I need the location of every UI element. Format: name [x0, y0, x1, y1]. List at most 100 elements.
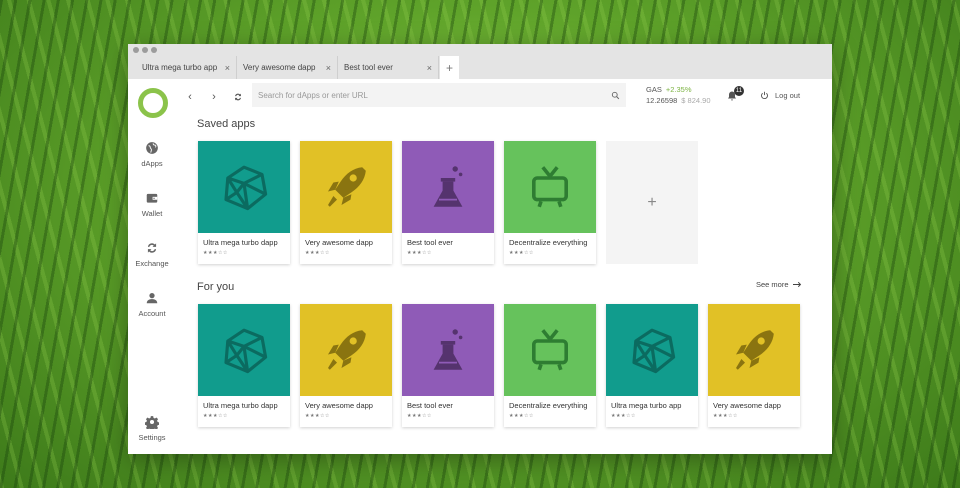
app-name: Very awesome dapp [305, 401, 373, 410]
gas-label: GAS [646, 85, 662, 94]
new-tab-button[interactable]: + [440, 56, 459, 79]
app-rating: ★★★☆☆ [509, 413, 534, 419]
rocket-icon [328, 167, 366, 207]
tv-icon [532, 166, 568, 208]
rocket-icon [328, 330, 366, 370]
app-name: Best tool ever [407, 238, 453, 247]
browser-window: Ultra mega turbo app × Very awesome dapp… [128, 44, 832, 454]
sidebar-item-label: Account [138, 309, 166, 318]
app-name: Very awesome dapp [713, 401, 781, 410]
see-more-label: See more [756, 280, 789, 289]
add-app-button[interactable]: + [606, 141, 698, 264]
app-rating: ★★★☆☆ [305, 413, 330, 419]
sidebar-item-label: Wallet [141, 209, 163, 218]
sidebar-item-label: Settings [138, 433, 166, 442]
account-icon [146, 293, 158, 304]
app-name: Ultra mega turbo dapp [203, 238, 278, 247]
tab-3[interactable]: Best tool ever × [338, 56, 439, 79]
forward-button[interactable]: › [207, 90, 221, 104]
app-art [708, 304, 800, 396]
app-art [300, 141, 392, 233]
sidebar-item-exchange[interactable]: Exchange [128, 241, 176, 268]
tab-strip: Ultra mega turbo app × Very awesome dapp… [136, 56, 459, 79]
logout-label: Log out [775, 91, 801, 100]
flask-icon [433, 166, 463, 207]
app-card[interactable]: Decentralize everything ★★★☆☆ [504, 304, 596, 427]
flask-icon [433, 329, 463, 370]
sidebar-item-dapps[interactable]: dApps [128, 141, 176, 168]
tab-label: Ultra mega turbo app [142, 63, 218, 72]
notification-count-badge: 11 [734, 86, 744, 96]
sidebar: dApps Wallet Exchange Account Settings [128, 79, 176, 454]
app-name: Decentralize everything [509, 401, 588, 410]
see-more-link[interactable]: See more [756, 280, 802, 289]
sidebar-item-settings[interactable]: Settings [128, 415, 176, 442]
notifications-button[interactable]: 11 [726, 86, 744, 103]
app-art [402, 141, 494, 233]
maximize-window-button[interactable] [151, 47, 157, 53]
reload-button[interactable] [231, 90, 245, 104]
rocket-icon [736, 330, 774, 370]
app-rating: ★★★☆☆ [509, 250, 534, 256]
app-name: Best tool ever [407, 401, 453, 410]
app-rating: ★★★☆☆ [611, 413, 636, 419]
app-card[interactable]: Ultra mega turbo dapp ★★★☆☆ [198, 141, 290, 264]
logout-button[interactable]: Log out [760, 91, 800, 100]
toolbar: ‹ › GAS+2.35% 12.26598$ 824.90 11 Log ou… [176, 79, 832, 124]
title-bar: Ultra mega turbo app × Very awesome dapp… [128, 44, 832, 79]
app-art [402, 304, 494, 396]
gas-amount: 12.26598 [646, 96, 678, 105]
app-card[interactable]: Decentralize everything ★★★☆☆ [504, 141, 596, 264]
app-rating: ★★★☆☆ [305, 250, 330, 256]
app-name: Ultra mega turbo app [611, 401, 682, 410]
gas-balance: GAS +2.35% 12.26598 $ 824.90 [646, 84, 711, 106]
app-card[interactable]: Best tool ever ★★★☆☆ [402, 141, 494, 264]
plus-icon: + [647, 193, 657, 211]
polyhedron-icon [224, 165, 268, 211]
search-input[interactable] [258, 90, 611, 100]
tab-1[interactable]: Ultra mega turbo app × [136, 56, 237, 79]
exchange-icon [147, 243, 157, 253]
search-bar [252, 83, 626, 107]
search-icon[interactable] [611, 91, 620, 100]
app-art [198, 141, 290, 233]
app-card[interactable]: Ultra mega turbo dapp ★★★☆☆ [198, 304, 290, 427]
close-window-button[interactable] [133, 47, 139, 53]
minimize-window-button[interactable] [142, 47, 148, 53]
sidebar-item-account[interactable]: Account [128, 291, 176, 318]
tab-label: Very awesome dapp [243, 63, 316, 72]
app-card[interactable]: Ultra mega turbo app ★★★☆☆ [606, 304, 698, 427]
gas-change: +2.35% [665, 85, 692, 94]
app-name: Ultra mega turbo dapp [203, 401, 278, 410]
power-icon [761, 91, 768, 99]
back-button[interactable]: ‹ [183, 90, 197, 104]
app-card[interactable]: Best tool ever ★★★☆☆ [402, 304, 494, 427]
app-rating: ★★★☆☆ [203, 413, 228, 419]
close-icon[interactable]: × [326, 63, 331, 73]
app-name: Very awesome dapp [305, 238, 373, 247]
app-art [504, 304, 596, 396]
tv-icon [532, 329, 568, 371]
for-you-title: For you [197, 281, 235, 293]
app-art [504, 141, 596, 233]
globe-icon [146, 142, 158, 154]
app-card[interactable]: Very awesome dapp ★★★☆☆ [300, 141, 392, 264]
tab-2[interactable]: Very awesome dapp × [237, 56, 338, 79]
app-card[interactable]: Very awesome dapp ★★★☆☆ [300, 304, 392, 427]
sidebar-item-label: dApps [141, 159, 163, 168]
sidebar-item-wallet[interactable]: Wallet [128, 191, 176, 218]
app-art [300, 304, 392, 396]
close-icon[interactable]: × [225, 63, 230, 73]
arrow-right-icon [792, 281, 801, 288]
app-rating: ★★★☆☆ [407, 250, 432, 256]
reload-icon [235, 93, 241, 101]
tab-label: Best tool ever [344, 63, 393, 72]
polyhedron-icon [632, 328, 676, 374]
app-logo[interactable] [138, 88, 168, 118]
app-rating: ★★★☆☆ [407, 413, 432, 419]
wallet-icon [146, 193, 158, 203]
close-icon[interactable]: × [427, 63, 432, 73]
window-controls [133, 47, 157, 53]
app-card[interactable]: Very awesome dapp ★★★☆☆ [708, 304, 800, 427]
app-art [198, 304, 290, 396]
